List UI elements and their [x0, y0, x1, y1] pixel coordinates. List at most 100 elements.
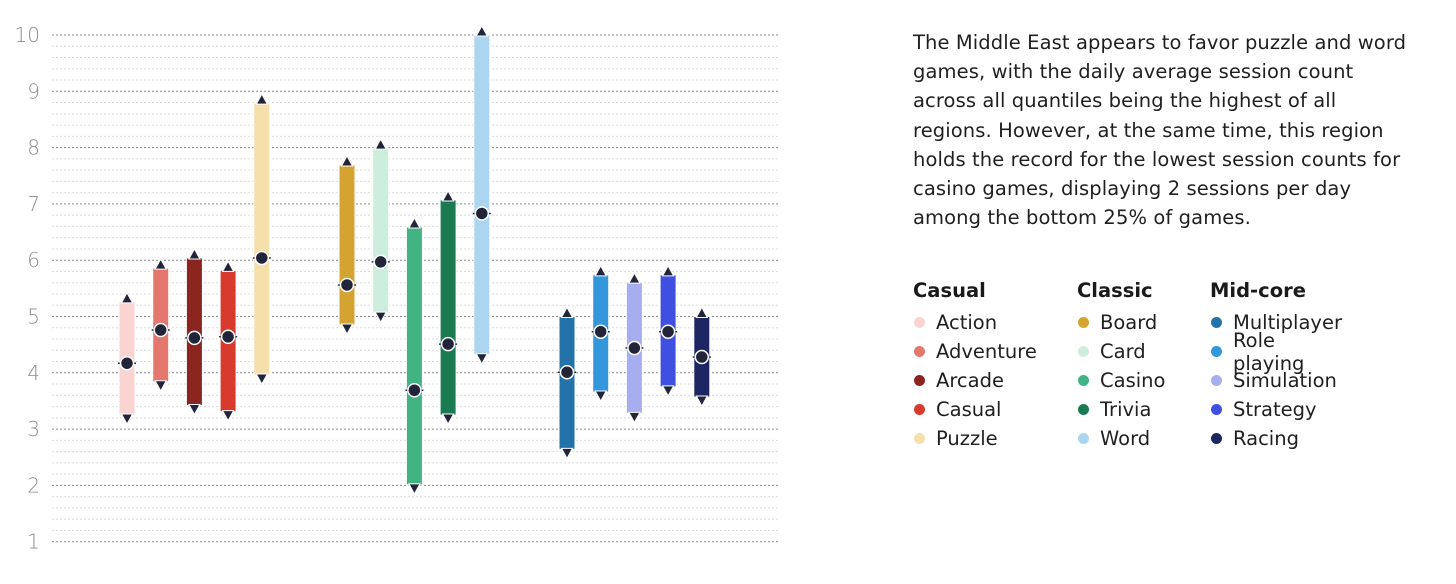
median-marker [627, 340, 642, 356]
median-marker [694, 349, 710, 365]
median-marker [153, 322, 168, 338]
legend-label: Role playing [1233, 328, 1305, 375]
median-marker [220, 329, 236, 345]
median-marker [660, 324, 676, 339]
legend-swatch-icon [914, 433, 925, 444]
legend-group: Casual Action Adventure Arcade Casual Puzzle [913, 278, 1037, 453]
range-bar-card [372, 147, 390, 314]
range-bar-word [473, 34, 491, 356]
legend-swatch-icon [914, 346, 925, 357]
high-marker [661, 264, 675, 277]
legend-group-title: Casual [913, 279, 986, 302]
low-marker [221, 410, 235, 422]
median-marker [559, 364, 575, 380]
high-marker [628, 272, 641, 284]
low-marker [661, 385, 675, 397]
y-tick-label: 10 [15, 23, 40, 47]
range-bar-multiplayer [558, 316, 576, 450]
high-marker [594, 264, 608, 277]
low-marker [340, 323, 354, 335]
low-marker [628, 411, 641, 424]
high-marker [374, 138, 388, 150]
range-bar-board [338, 164, 356, 326]
legend-swatch-icon [914, 404, 925, 415]
median-marker [187, 330, 202, 346]
legend-label: Casino [1100, 369, 1166, 392]
legend-label: Adventure [936, 340, 1037, 363]
high-marker [408, 216, 421, 229]
chart-description: The Middle East appears to favor puzzle … [913, 31, 1407, 230]
range-chart: 1 2 3 4 5 6 7 8 9 10 [15, 23, 778, 554]
legend-item: Role playing [1210, 329, 1342, 375]
high-marker [221, 260, 235, 272]
legend-item: Arcade [913, 366, 1037, 395]
legend-swatch-icon [1078, 404, 1089, 415]
low-marker [560, 447, 574, 460]
low-marker [255, 373, 269, 386]
legend-item: Action [913, 308, 1037, 337]
high-marker [340, 155, 354, 167]
y-tick-label: 8 [27, 136, 40, 160]
range-bar-puzzle [253, 102, 271, 376]
legend-item: Racing [1210, 424, 1342, 453]
range-bar-casino [405, 226, 423, 486]
median-marker [119, 355, 135, 371]
legend-item: Simulation [1210, 366, 1342, 395]
legend-label: Board [1100, 311, 1158, 334]
y-tick-label: 6 [27, 248, 40, 272]
y-tick-label: 9 [27, 79, 40, 103]
legend-label: Strategy [1233, 398, 1317, 421]
range-bar-trivia [439, 199, 457, 416]
low-marker [408, 483, 421, 495]
legend-group-title: Classic [1077, 279, 1153, 302]
high-marker [475, 24, 489, 37]
y-tick-label: 4 [27, 361, 40, 385]
y-tick-label: 1 [27, 530, 40, 554]
median-marker [440, 336, 456, 352]
legend-swatch-icon [1078, 346, 1089, 357]
median-marker [373, 254, 388, 270]
legend-swatch-icon [914, 375, 925, 386]
legend-item: Word [1077, 424, 1165, 453]
legend-item: Board [1077, 308, 1165, 337]
legend-swatch-icon [1211, 317, 1222, 328]
legend-swatch-icon [1078, 317, 1089, 328]
legend-swatch-icon [1078, 433, 1089, 444]
legend-item: Casual [913, 395, 1037, 424]
low-marker [120, 413, 134, 426]
y-tick-label: 7 [27, 192, 40, 216]
legend-label: Action [936, 311, 998, 334]
legend-swatch-icon [1211, 375, 1222, 386]
legend-label: Trivia [1100, 398, 1152, 421]
high-marker [695, 306, 709, 318]
legend-label: Card [1100, 340, 1146, 363]
y-tick-label: 5 [27, 305, 40, 329]
legend-swatch-icon [1211, 433, 1222, 444]
high-marker [560, 306, 574, 318]
legend-item: Casino [1077, 366, 1165, 395]
legend-label: Racing [1233, 427, 1299, 450]
legend-label: Puzzle [936, 427, 998, 450]
legend-item: Adventure [913, 337, 1037, 366]
median-marker [254, 250, 270, 266]
low-marker [154, 380, 168, 392]
legend-swatch-icon [1211, 404, 1222, 415]
median-marker [339, 277, 355, 293]
low-marker [594, 390, 608, 402]
low-marker [475, 353, 489, 365]
high-marker [120, 291, 134, 304]
legend-item: Strategy [1210, 395, 1342, 424]
low-marker [441, 413, 455, 426]
low-marker [374, 311, 388, 324]
legend-label: Word [1100, 427, 1151, 450]
legend-label: Arcade [936, 369, 1004, 392]
median-marker [593, 324, 608, 339]
legend-item: Puzzle [913, 424, 1037, 453]
legend-swatch-icon [914, 317, 925, 328]
legend-swatch-icon [1078, 375, 1089, 386]
y-tick-label: 2 [27, 473, 40, 497]
y-tick-label: 3 [27, 417, 40, 441]
low-marker [188, 403, 201, 416]
high-marker [255, 93, 269, 105]
median-marker [474, 206, 490, 221]
